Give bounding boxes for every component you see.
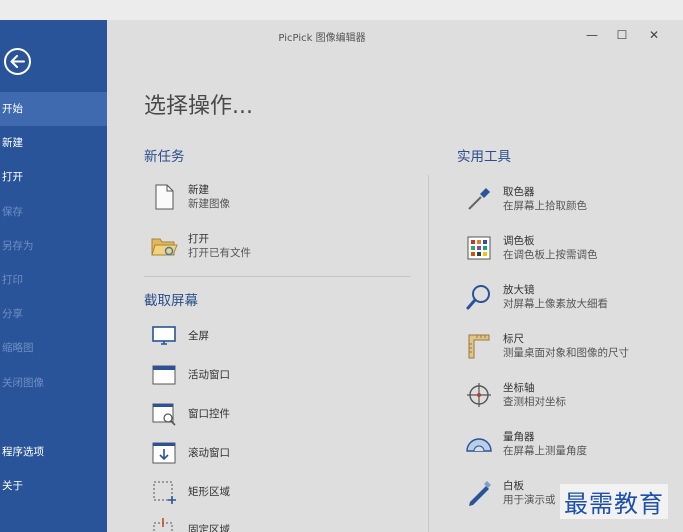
crosshair-icon	[465, 381, 493, 409]
new-task-new[interactable]: 新建 新建图像	[150, 183, 230, 211]
capture-active-window-label: 活动窗口	[188, 368, 230, 381]
tool-palette-label: 调色板	[503, 234, 535, 247]
back-button[interactable]	[4, 48, 31, 75]
capture-rectangle-region[interactable]: 矩形区域	[150, 478, 230, 506]
section-divider	[144, 276, 410, 277]
sidebar-lower-nav: 程序选项 关于	[0, 435, 107, 503]
tool-whiteboard-label: 白板	[503, 479, 524, 492]
protractor-icon	[465, 430, 493, 458]
ruler-icon	[465, 332, 493, 360]
sidebar-item-new[interactable]: 新建	[0, 126, 107, 160]
open-folder-icon	[150, 232, 178, 260]
tool-palette-desc: 在调色板上按需调色	[503, 248, 598, 261]
new-task-open-desc: 打开已有文件	[188, 246, 251, 259]
tool-crosshair-label: 坐标轴	[503, 381, 535, 394]
tool-magnifier[interactable]: 放大镜 对屏幕上像素放大细看	[465, 283, 608, 311]
magnifier-icon	[465, 283, 493, 311]
sidebar-item-close-image[interactable]: 关闭图像	[0, 366, 107, 400]
new-task-section-title: 新任务	[144, 149, 185, 165]
sidebar-nav: 开始 新建 打开 保存 另存为 打印 分享 缩略图 关闭图像	[0, 92, 107, 400]
tool-color-picker[interactable]: 取色器 在屏幕上拾取颜色	[465, 185, 587, 213]
maximize-icon: ☐	[616, 28, 628, 42]
capture-section-title: 截取屏幕	[144, 293, 198, 309]
sidebar-item-save-as[interactable]: 另存为	[0, 229, 107, 263]
tool-crosshair-desc: 查测相对坐标	[503, 395, 566, 408]
sidebar-item-print[interactable]: 打印	[0, 263, 107, 297]
tools-section-title: 实用工具	[457, 149, 511, 165]
whiteboard-pen-icon	[465, 479, 493, 507]
tool-ruler-desc: 测量桌面对象和图像的尺寸	[503, 346, 629, 359]
scroll-window-icon	[150, 439, 178, 467]
main-panel: PicPick 图像编辑器 — ☐ ✕ 选择操作... 新任务 新建 新建图像 …	[107, 20, 683, 532]
maximize-button[interactable]: ☐	[611, 26, 633, 44]
capture-fixed-region-label: 固定区域	[188, 523, 230, 532]
active-window-icon	[150, 361, 178, 389]
tool-color-picker-label: 取色器	[503, 185, 535, 198]
tool-whiteboard[interactable]: 白板 用于演示或	[465, 479, 556, 507]
arrow-left-icon	[10, 55, 25, 68]
tool-whiteboard-desc: 用于演示或	[503, 493, 556, 506]
sidebar-item-share[interactable]: 分享	[0, 297, 107, 331]
tool-crosshair[interactable]: 坐标轴 查测相对坐标	[465, 381, 566, 409]
sidebar-item-start[interactable]: 开始	[0, 92, 107, 127]
rectangle-region-icon	[150, 478, 178, 506]
tool-ruler[interactable]: 标尺 测量桌面对象和图像的尺寸	[465, 332, 629, 360]
tool-magnifier-label: 放大镜	[503, 283, 535, 296]
sidebar-item-save[interactable]: 保存	[0, 195, 107, 229]
title-bar: PicPick 图像编辑器 — ☐ ✕	[107, 20, 683, 50]
close-icon: ✕	[648, 28, 660, 42]
new-document-icon	[150, 183, 178, 211]
new-task-new-desc: 新建图像	[188, 197, 230, 210]
fixed-region-icon	[150, 516, 178, 532]
capture-scroll-window-label: 滚动窗口	[188, 446, 230, 459]
capture-active-window[interactable]: 活动窗口	[150, 361, 230, 389]
sidebar-item-thumbnails[interactable]: 缩略图	[0, 331, 107, 365]
top-strip	[0, 0, 683, 20]
minimize-icon: —	[586, 28, 598, 42]
watermark-logo: 最需教育	[560, 484, 668, 519]
tool-palette[interactable]: 调色板 在调色板上按需调色	[465, 234, 598, 262]
capture-scroll-window[interactable]: 滚动窗口	[150, 439, 230, 467]
sidebar-item-about[interactable]: 关于	[0, 469, 107, 503]
capture-rectangle-region-label: 矩形区域	[188, 485, 230, 498]
monitor-icon	[150, 322, 178, 350]
new-task-open[interactable]: 打开 打开已有文件	[150, 232, 251, 260]
sidebar-item-open[interactable]: 打开	[0, 160, 107, 194]
capture-fullscreen-label: 全屏	[188, 329, 209, 342]
column-divider	[428, 175, 429, 532]
sidebar: 开始 新建 打开 保存 另存为 打印 分享 缩略图 关闭图像 程序选项 关于	[0, 20, 107, 532]
tool-protractor-desc: 在屏幕上测量角度	[503, 444, 587, 457]
capture-fixed-region[interactable]: 固定区域	[150, 516, 230, 532]
new-task-new-label: 新建	[188, 183, 209, 196]
tool-protractor-label: 量角器	[503, 430, 535, 443]
capture-window-control[interactable]: 窗口控件	[150, 400, 230, 428]
tool-protractor[interactable]: 量角器 在屏幕上测量角度	[465, 430, 587, 458]
capture-fullscreen[interactable]: 全屏	[150, 322, 209, 350]
tool-ruler-label: 标尺	[503, 332, 524, 345]
tool-color-picker-desc: 在屏幕上拾取颜色	[503, 199, 587, 212]
close-button[interactable]: ✕	[643, 26, 665, 44]
window-control-icon	[150, 400, 178, 428]
eyedropper-icon	[465, 185, 493, 213]
window-title: PicPick 图像编辑器	[278, 33, 366, 44]
sidebar-item-options[interactable]: 程序选项	[0, 435, 107, 469]
palette-icon	[465, 234, 493, 262]
capture-window-control-label: 窗口控件	[188, 407, 230, 420]
minimize-button[interactable]: —	[581, 26, 603, 44]
tool-magnifier-desc: 对屏幕上像素放大细看	[503, 297, 608, 310]
page-title: 选择操作...	[144, 94, 253, 119]
new-task-open-label: 打开	[188, 232, 209, 245]
